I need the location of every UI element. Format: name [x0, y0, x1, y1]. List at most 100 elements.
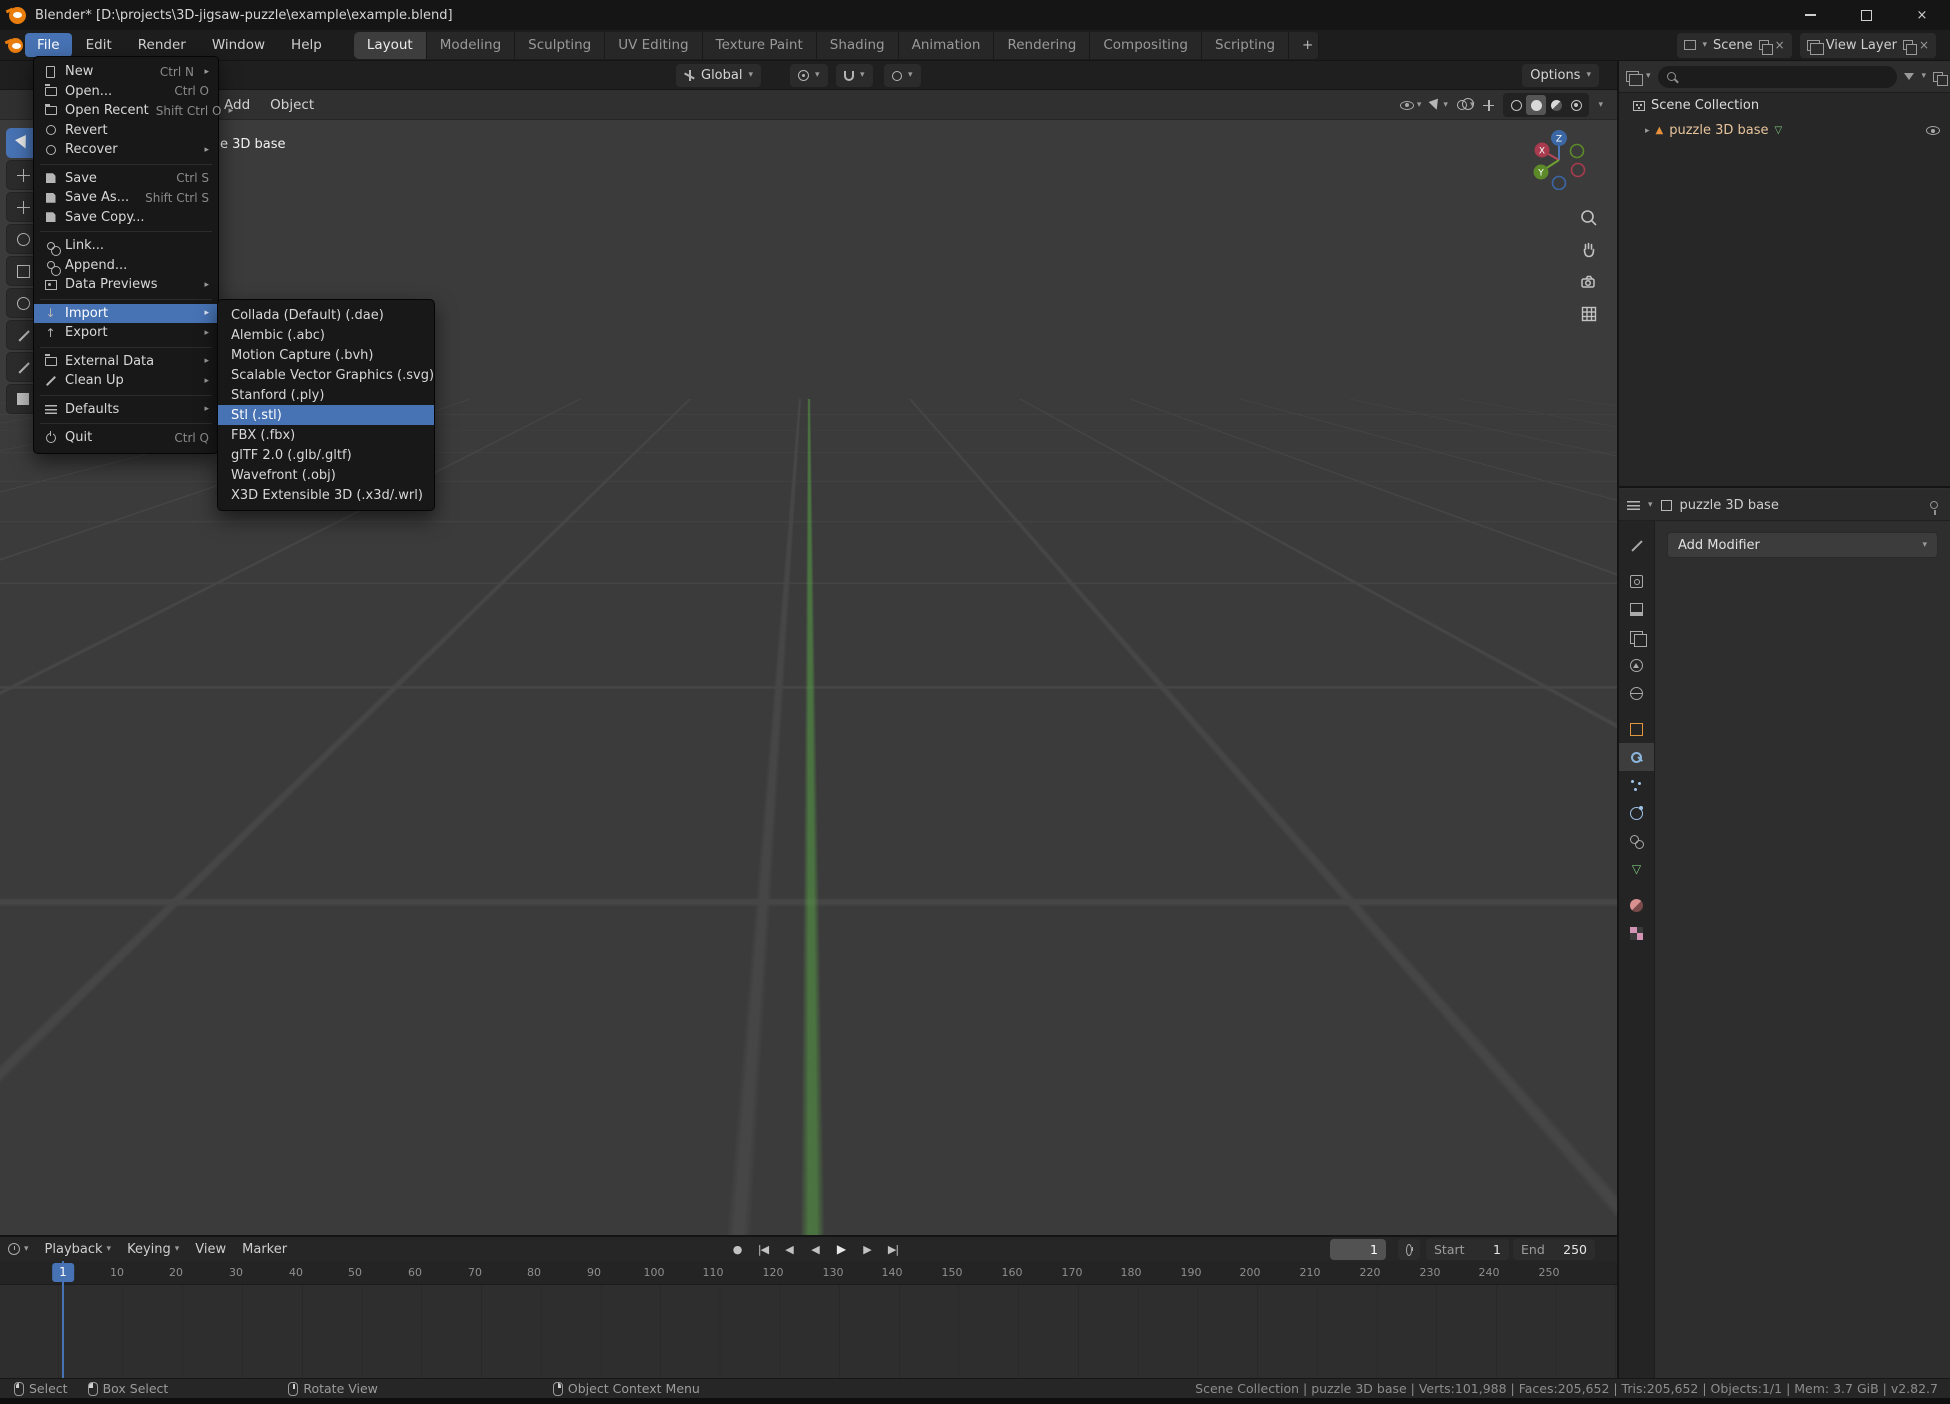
viewport-menu-object[interactable]: Object [260, 97, 324, 113]
close-button[interactable]: × [1894, 0, 1950, 30]
menu-edit[interactable]: Edit [74, 33, 124, 57]
file-menu-item-data-previews[interactable]: Data Previews ▸ [34, 275, 218, 295]
gizmo-x-axis[interactable]: X [1539, 147, 1545, 157]
timeline-ruler[interactable]: 10 20 30 40 50 60 70 80 90 100 110 120 1… [0, 1261, 1617, 1285]
auto-keyframe-record-button[interactable]: ● [728, 1243, 746, 1256]
timeline-menu-view[interactable]: View [195, 1242, 226, 1257]
overlays-dropdown[interactable]: ▾ [1457, 100, 1475, 110]
import-item-collada[interactable]: Collada (Default) (.dae) [218, 305, 434, 325]
pan-hand-icon[interactable] [1579, 240, 1599, 260]
properties-tab-modifiers[interactable] [1619, 743, 1654, 771]
properties-tab-texture[interactable] [1619, 919, 1654, 947]
file-menu-item-open-recent[interactable]: Open Recent Shift Ctrl O ▸ [34, 101, 218, 121]
maximize-button[interactable] [1838, 0, 1894, 30]
proportional-editing-dropdown[interactable]: ▾ [884, 64, 921, 87]
gizmo-y-axis[interactable]: Y [1537, 169, 1544, 179]
playhead-frame-badge[interactable]: 1 [52, 1263, 74, 1282]
properties-tab-constraints[interactable] [1619, 827, 1654, 855]
file-menu-item-link[interactable]: Link... [34, 236, 218, 256]
add-workspace-button[interactable]: + [1289, 32, 1319, 59]
use-preview-range-button[interactable] [1398, 1239, 1420, 1260]
menu-help[interactable]: Help [279, 33, 334, 57]
import-item-stanford-ply[interactable]: Stanford (.ply) [218, 385, 434, 405]
import-item-gltf[interactable]: glTF 2.0 (.glb/.gltf) [218, 445, 434, 465]
file-menu-item-append[interactable]: Append... [34, 256, 218, 276]
chevron-down-icon[interactable]: ▾ [1646, 72, 1651, 81]
shading-solid-button[interactable] [1526, 95, 1546, 115]
import-item-x3d[interactable]: X3D Extensible 3D (.x3d/.wrl) [218, 485, 434, 505]
disclosure-arrow-icon[interactable]: ▸ [1645, 126, 1650, 136]
file-menu-item-revert[interactable]: Revert [34, 121, 218, 141]
camera-view-icon[interactable] [1579, 272, 1599, 292]
chevron-down-icon[interactable]: ▾ [1921, 72, 1926, 81]
shading-material-button[interactable] [1546, 95, 1566, 115]
navigation-gizmo[interactable]: Z X Y [1527, 126, 1591, 194]
properties-tab-particles[interactable] [1619, 771, 1654, 799]
properties-tab-active-tool[interactable] [1619, 531, 1654, 559]
shading-rendered-button[interactable] [1566, 95, 1586, 115]
object-visibility-dropdown[interactable]: ▾ [1400, 101, 1422, 110]
file-menu-item-save[interactable]: Save Ctrl S [34, 169, 218, 189]
workspace-tab-animation[interactable]: Animation [899, 32, 995, 59]
properties-editor-type-icon[interactable] [1627, 501, 1640, 510]
properties-tab-world[interactable] [1619, 679, 1654, 707]
menu-window[interactable]: Window [200, 33, 277, 57]
frame-end-field[interactable]: End 250 [1513, 1239, 1595, 1260]
file-menu-item-defaults[interactable]: Defaults ▸ [34, 400, 218, 420]
workspace-tab-sculpting[interactable]: Sculpting [515, 32, 605, 59]
workspace-tab-uv-editing[interactable]: UV Editing [605, 32, 702, 59]
outliner-search-input[interactable] [1658, 66, 1898, 88]
properties-tab-object-data[interactable]: ▽ [1619, 855, 1654, 883]
timeline-menu-keying[interactable]: Keying ▾ [127, 1242, 179, 1257]
properties-tab-material[interactable] [1619, 891, 1654, 919]
selectability-dropdown[interactable]: ▾ [1430, 100, 1448, 110]
workspace-tab-modeling[interactable]: Modeling [427, 32, 515, 59]
chevron-down-icon[interactable]: ▾ [1648, 501, 1653, 510]
transform-orientation-dropdown[interactable]: Global ▾ [676, 64, 761, 87]
blender-menu-icon[interactable] [8, 38, 23, 53]
timeline-track-area[interactable] [0, 1285, 1617, 1378]
filter-icon[interactable] [1904, 73, 1914, 85]
shading-options-chevron-icon[interactable]: ▾ [1598, 101, 1603, 110]
pin-icon[interactable] [1930, 501, 1938, 509]
file-menu-item-clean-up[interactable]: Clean Up ▸ [34, 371, 218, 391]
view-layer-selector[interactable]: View Layer × [1800, 33, 1936, 58]
file-menu-item-external-data[interactable]: External Data ▸ [34, 352, 218, 372]
gizmo-minus-z-axis[interactable] [1553, 177, 1566, 190]
file-menu-item-new[interactable]: New Ctrl N ▸ [34, 62, 218, 82]
remove-scene-icon[interactable]: × [1775, 38, 1785, 52]
properties-tab-output[interactable] [1619, 595, 1654, 623]
file-menu-item-quit[interactable]: Quit Ctrl Q [34, 428, 218, 448]
menu-file[interactable]: File [25, 33, 72, 57]
remove-view-layer-icon[interactable]: × [1919, 38, 1929, 52]
workspace-tab-layout[interactable]: Layout [354, 32, 427, 59]
pivot-point-dropdown[interactable]: ▾ [790, 64, 828, 87]
menu-render[interactable]: Render [126, 33, 198, 57]
file-menu-item-save-as[interactable]: Save As... Shift Ctrl S [34, 188, 218, 208]
orthographic-grid-icon[interactable] [1579, 304, 1599, 324]
properties-tab-view-layer[interactable] [1619, 623, 1654, 651]
jump-to-end-button[interactable]: ▶| [884, 1243, 902, 1256]
add-modifier-dropdown[interactable]: Add Modifier ▾ [1667, 532, 1938, 558]
play-button[interactable]: ▶ [832, 1242, 850, 1256]
workspace-tab-shading[interactable]: Shading [817, 32, 899, 59]
outliner-row-scene-collection[interactable]: Scene Collection [1619, 93, 1950, 118]
snapping-dropdown[interactable]: ▾ [836, 64, 873, 87]
gizmo-minus-y-axis[interactable] [1571, 145, 1584, 158]
import-item-stl[interactable]: Stl (.stl) [218, 405, 434, 425]
file-menu-item-import[interactable]: ↓ Import ▸ [34, 304, 218, 324]
3d-viewport[interactable]: e 3D base Z X Y [0, 120, 1617, 1235]
properties-tab-physics[interactable] [1619, 799, 1654, 827]
import-item-alembic[interactable]: Alembic (.abc) [218, 325, 434, 345]
new-scene-icon[interactable] [1759, 40, 1769, 50]
gizmo-z-axis[interactable]: Z [1556, 135, 1562, 145]
options-dropdown[interactable]: Options ▾ [1522, 64, 1599, 87]
properties-tab-render[interactable] [1619, 567, 1654, 595]
next-keyframe-button[interactable]: ▶ [858, 1243, 876, 1256]
gizmo-minus-x-axis[interactable] [1572, 164, 1585, 177]
import-item-motion-capture[interactable]: Motion Capture (.bvh) [218, 345, 434, 365]
frame-start-field[interactable]: Start 1 [1426, 1239, 1509, 1260]
import-item-wavefront-obj[interactable]: Wavefront (.obj) [218, 465, 434, 485]
gizmos-toggle[interactable] [1483, 100, 1494, 111]
new-collection-icon[interactable] [1933, 72, 1943, 82]
